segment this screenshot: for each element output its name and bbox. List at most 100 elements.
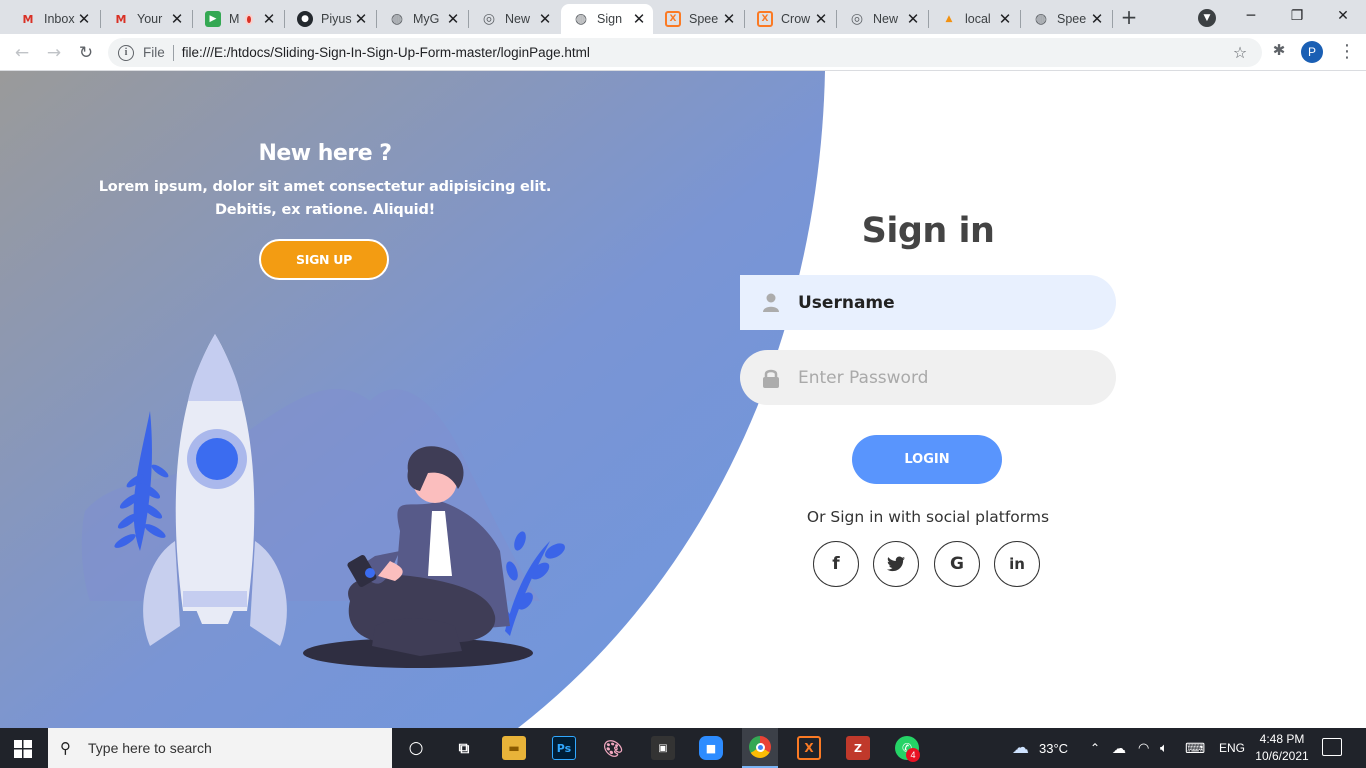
tab-localhost[interactable]: ▲ local ✕ [929,4,1019,34]
tab-label: Inbox [44,12,75,26]
tab-label: M [229,12,240,26]
tab-label: Crow [781,12,811,26]
tab-label: Your [137,12,163,26]
xampp-icon: X [757,11,773,27]
close-icon[interactable]: ✕ [445,11,461,27]
login-page: New here ? Lorem ipsum, dolor sit amet c… [0,71,1366,728]
keyboard-icon[interactable]: ⌨ [1185,728,1205,768]
close-icon[interactable]: ✕ [721,11,737,27]
filezilla-icon[interactable]: Z [846,736,870,760]
chrome-menu-icon[interactable]: ⋮ [1338,40,1356,64]
browser-toolbar: ← → ↻ i File file:///E:/htdocs/Sliding-S… [0,34,1366,71]
password-field[interactable]: Enter Password [740,350,1116,405]
address-bar[interactable]: i File file:///E:/htdocs/Sliding-Sign-In… [108,38,1262,67]
bookmark-star-icon[interactable]: ☆ [1230,43,1250,62]
back-button[interactable]: ← [10,41,34,65]
close-window-button[interactable]: ✕ [1320,4,1366,28]
tab-label: Spee [1057,12,1087,26]
notification-icon[interactable] [1322,738,1342,756]
volume-icon[interactable]: 🔈︎ [1160,728,1168,768]
taskbar-search[interactable]: ⚲ Type here to search [48,728,392,768]
tab-gmail-inbox[interactable]: M Inbox ✕ [8,4,98,34]
tab-spee-2[interactable]: ◍ Spee ✕ [1021,4,1111,34]
paint-icon[interactable]: 🎨︎ [601,736,625,760]
minimize-button[interactable]: ─ [1228,4,1274,28]
xampp-taskbar-icon[interactable]: X [797,736,821,760]
close-icon[interactable]: ✕ [537,11,553,27]
tab-label: local [965,12,991,26]
url-text[interactable]: file:///E:/htdocs/Sliding-Sign-In-Sign-U… [182,45,1230,60]
google-button[interactable]: G [934,541,980,587]
close-icon[interactable]: ✕ [261,11,277,27]
username-field[interactable]: Username [740,275,1116,330]
panel-heading: New here ? [258,141,392,166]
close-icon[interactable]: ✕ [631,11,647,27]
panel-description: Lorem ipsum, dolor sit amet consectetur … [98,179,552,218]
twitter-button[interactable] [873,541,919,587]
task-view-icon[interactable]: ⧉ [452,736,476,760]
cortana-icon[interactable]: ○ [404,736,428,760]
tab-spee-1[interactable]: X Spee ✕ [653,4,743,34]
tab-crow[interactable]: X Crow ✕ [745,4,835,34]
tab-sign-active[interactable]: ◍ Sign ✕ [561,4,653,34]
globe-icon: ◍ [390,11,404,27]
windows-start-icon[interactable] [14,740,32,758]
taskbar-search-placeholder: Type here to search [88,740,212,756]
tab-meet[interactable]: ▶ M ✕ [193,4,283,34]
weather-widget[interactable]: ☁ 33°C [1012,728,1068,768]
whatsapp-badge: 4 [906,748,920,762]
tab-myg[interactable]: ◍ MyG ✕ [377,4,467,34]
close-icon[interactable]: ✕ [905,11,921,27]
close-icon[interactable]: ✕ [1089,11,1105,27]
close-icon[interactable]: ✕ [169,11,185,27]
facebook-icon: f [832,554,840,574]
chrome-icon: ◎ [850,11,864,27]
onedrive-icon[interactable]: ☁ [1112,728,1126,768]
forward-button[interactable]: → [42,41,66,65]
file-explorer-icon[interactable]: ▬ [502,736,526,760]
gmail-icon: M [115,12,127,26]
tab-github[interactable]: ● Piyus ✕ [285,4,375,34]
tab-search-icon[interactable]: ▼ [1198,9,1216,27]
zoom-icon[interactable]: ■ [699,736,723,760]
tab-new-1[interactable]: ◎ New ✕ [469,4,559,34]
cloud-rain-icon: ☁ [1012,738,1029,757]
close-icon[interactable]: ✕ [353,11,369,27]
wifi-icon[interactable]: ◠ [1138,728,1149,768]
extensions-icon[interactable]: ✱ [1270,41,1288,59]
reload-button[interactable]: ↻ [74,41,98,65]
password-placeholder: Enter Password [798,367,929,388]
login-button[interactable]: LOGIN [852,435,1002,484]
search-icon: ⚲ [60,739,71,757]
globe-icon: ◍ [574,11,588,27]
sign-up-button[interactable]: SIGN UP [259,239,389,280]
tab-label: Spee [689,12,719,26]
new-tab-button[interactable]: + [1118,6,1140,28]
info-icon[interactable]: i [118,44,134,61]
clock-date: 10/6/2021 [1255,749,1309,763]
close-icon[interactable]: ✕ [76,11,92,27]
close-icon[interactable]: ✕ [997,11,1013,27]
meet-icon: ▶ [205,11,221,27]
tab-new-2[interactable]: ◎ New ✕ [837,4,927,34]
form-title: Sign in [861,211,995,251]
close-icon[interactable]: ✕ [813,11,829,27]
app-icon[interactable]: ▣ [651,736,675,760]
restore-button[interactable]: ❐ [1274,4,1320,28]
tab-gmail-your[interactable]: M Your ✕ [101,4,191,34]
tab-label: New [873,12,899,26]
linkedin-button[interactable]: in [994,541,1040,587]
recording-icon [245,13,253,25]
globe-icon: ◍ [1034,11,1048,27]
profile-avatar[interactable]: P [1301,41,1323,63]
clock-time: 4:48 PM [1259,732,1305,746]
taskbar-clock[interactable]: 4:48 PM 10/6/2021 [1250,731,1314,765]
facebook-button[interactable]: f [813,541,859,587]
photoshop-icon[interactable]: Ps [552,736,576,760]
linkedin-icon: in [1009,555,1025,573]
language-indicator[interactable]: ENG [1219,728,1245,768]
chrome-icon: ◎ [482,11,496,27]
tray-chevron-icon[interactable]: ⌃ [1090,728,1100,768]
chrome-taskbar-icon[interactable] [742,728,778,768]
weather-temp: 33°C [1039,740,1069,756]
